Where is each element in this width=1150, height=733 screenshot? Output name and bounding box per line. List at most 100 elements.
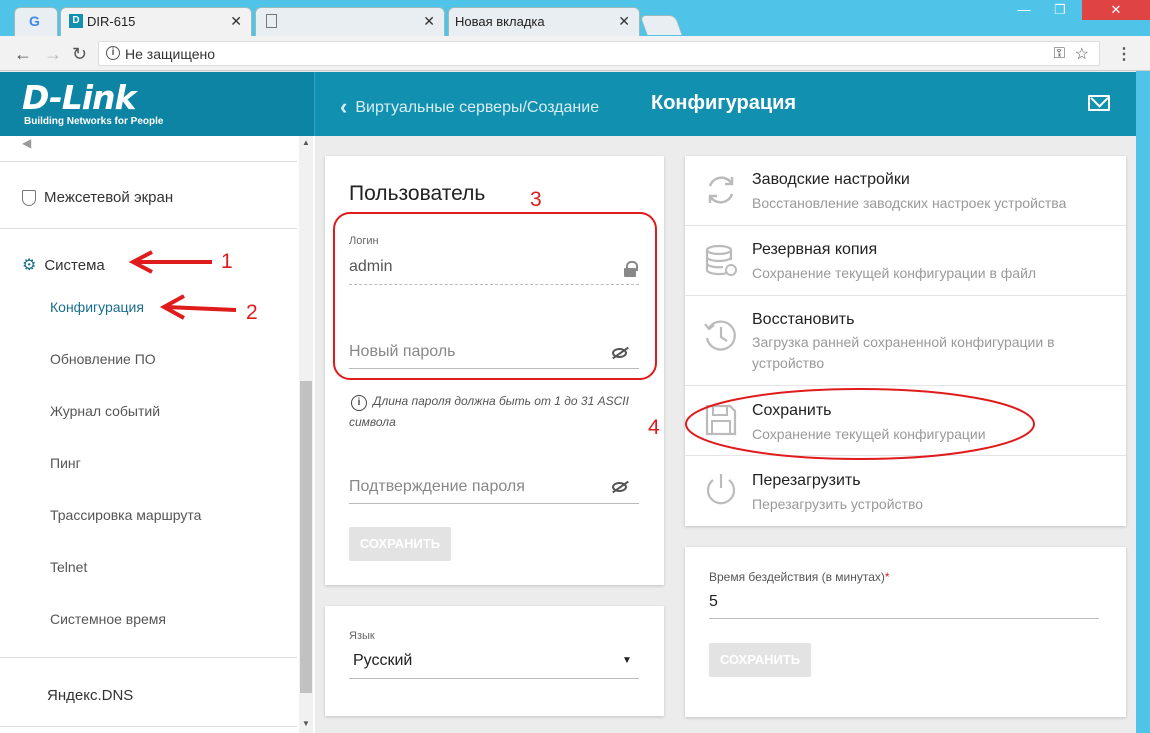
config-actions-card: Заводские настройки Восстановление завод…	[685, 156, 1126, 526]
tab-dir615[interactable]: D DIR-615 ✕	[60, 7, 252, 36]
power-icon	[706, 474, 736, 505]
page-title: Конфигурация	[651, 92, 797, 114]
scrollbar-thumb[interactable]	[300, 381, 312, 693]
reboot-row[interactable]: Перезагрузить Перезагрузить устройство	[685, 456, 1126, 526]
sidebar-sub-firmware[interactable]: Обновление ПО	[50, 351, 156, 367]
divider	[0, 228, 297, 229]
history-icon	[704, 320, 736, 351]
save-password-button[interactable]: СОХРАНИТЬ	[349, 527, 451, 561]
back-icon[interactable]: ←	[14, 44, 32, 65]
star-icon[interactable]: ☆	[1075, 44, 1089, 64]
row-desc: Восстановление заводских настроек устрой…	[752, 195, 1067, 211]
page-icon	[266, 14, 277, 28]
close-tab-icon[interactable]: ✕	[423, 13, 435, 30]
dlink-logo: D-Link	[22, 78, 136, 117]
sidebar-sub-ping[interactable]: Пинг	[50, 455, 81, 471]
close-window-icon[interactable]: ✕	[1082, 0, 1150, 20]
field-underline	[349, 678, 639, 679]
google-icon: G	[29, 13, 40, 29]
tab-blank[interactable]: ✕	[255, 7, 445, 36]
back-link[interactable]: ‹ Виртуальные серверы/Создание	[340, 92, 600, 119]
idle-timeout-field[interactable]: 5	[709, 593, 718, 611]
factory-reset-row[interactable]: Заводские настройки Восстановление завод…	[685, 156, 1126, 226]
close-tab-icon[interactable]: ✕	[230, 13, 242, 30]
eye-off-icon[interactable]	[612, 482, 627, 492]
annotation-number: 3	[530, 188, 542, 211]
user-card: Пользователь Логин admin Новый пароль i …	[325, 156, 664, 585]
chevron-left-icon: ‹	[340, 94, 348, 119]
save-config-row[interactable]: Сохранить Сохранение текущей конфигураци…	[685, 386, 1126, 456]
idle-label: Время бездействия (в минутах)*	[709, 570, 890, 584]
gear-icon: ⚙	[22, 257, 37, 274]
tab-title: DIR-615	[87, 14, 136, 29]
divider	[0, 657, 297, 658]
sidebar-sub-log[interactable]: Журнал событий	[50, 403, 160, 419]
row-title: Сохранить	[752, 402, 832, 419]
idle-timeout-card: Время бездействия (в минутах)* 5 СОХРАНИ…	[685, 547, 1126, 717]
sidebar: ◀ Межсетевой экран ⚙ Система Конфигурация…	[0, 136, 315, 733]
field-underline	[349, 368, 639, 369]
forward-icon[interactable]: →	[44, 44, 62, 65]
new-tab-button[interactable]	[639, 15, 683, 35]
shield-icon	[22, 190, 36, 207]
annotation-number: 2	[246, 301, 258, 324]
divider	[0, 161, 297, 162]
scroll-up-icon[interactable]: ▲	[302, 138, 310, 147]
mail-icon[interactable]	[1088, 95, 1110, 111]
divider	[0, 726, 297, 727]
menu-dots-icon[interactable]: ⋮	[1116, 44, 1132, 64]
row-title: Резервная копия	[752, 241, 878, 258]
idle-label-text: Время бездействия (в минутах)	[709, 570, 885, 584]
sidebar-sub-config[interactable]: Конфигурация	[50, 299, 144, 315]
new-password-field[interactable]: Новый пароль	[349, 343, 456, 361]
tab-new[interactable]: Новая вкладка ✕	[448, 7, 640, 36]
required-mark: *	[884, 570, 890, 584]
sidebar-item-firewall[interactable]: Межсетевой экран	[22, 189, 174, 207]
restore-row[interactable]: Восстановить Загрузка ранней сохраненной…	[685, 296, 1126, 386]
window-border	[1136, 71, 1150, 733]
annotation-number: 1	[221, 250, 233, 273]
row-desc: Перезагрузить устройство	[752, 496, 924, 512]
collapsed-item-icon: ◀	[22, 136, 32, 150]
sidebar-item-system[interactable]: ⚙ Система	[22, 255, 105, 275]
sidebar-sub-traceroute[interactable]: Трассировка маршрута	[50, 507, 201, 523]
key-icon[interactable]: ⚿	[1054, 45, 1065, 62]
field-underline	[349, 503, 639, 504]
maximize-icon[interactable]: ❐	[1042, 0, 1078, 20]
save-idle-button[interactable]: СОХРАНИТЬ	[709, 643, 811, 677]
app-header: D-Link Building Networks for People ‹ Вир…	[0, 72, 1136, 136]
eye-off-icon[interactable]	[612, 348, 627, 358]
backup-row[interactable]: Резервная копия Сохранение текущей конфи…	[685, 226, 1126, 296]
url-field[interactable]: i Не защищено ⚿ ☆	[98, 41, 1100, 66]
sidebar-item-yandex-dns[interactable]: Яндекс.DNS	[47, 687, 133, 704]
dropdown-arrow-icon[interactable]: ▼	[622, 655, 632, 666]
row-title: Заводские настройки	[752, 171, 910, 188]
database-icon	[705, 244, 737, 276]
row-desc: Сохранение текущей конфигурации	[752, 426, 986, 442]
lock-icon	[624, 261, 638, 277]
minimize-icon[interactable]: —	[1006, 0, 1042, 20]
field-underline	[349, 284, 639, 285]
reload-icon[interactable]: ↻	[72, 44, 87, 65]
login-field: admin	[349, 258, 393, 275]
info-icon[interactable]: i	[106, 46, 120, 60]
sidebar-item-label: Система	[44, 257, 105, 274]
password-hint: Длина пароля должна быть от 1 до 31 ASCI…	[349, 394, 629, 429]
card-title: Пользователь	[349, 182, 486, 205]
back-label: Виртуальные серверы/Создание	[355, 99, 600, 116]
scroll-down-icon[interactable]: ▼	[302, 719, 310, 728]
row-desc: Загрузка ранней сохраненной конфигурации…	[752, 334, 1055, 371]
field-underline	[709, 618, 1099, 619]
close-tab-icon[interactable]: ✕	[618, 13, 630, 30]
browser-tab-bar: G D DIR-615 ✕ ✕ Новая вкладка ✕ — ❐ ✕	[0, 0, 1150, 36]
tab-google[interactable]: G	[14, 7, 58, 36]
row-title: Восстановить	[752, 311, 855, 328]
login-label: Логин	[349, 235, 379, 247]
sidebar-sub-time[interactable]: Системное время	[50, 611, 166, 627]
sidebar-sub-telnet[interactable]: Telnet	[50, 559, 87, 575]
row-title: Перезагрузить	[752, 472, 861, 489]
confirm-password-field[interactable]: Подтверждение пароля	[349, 478, 525, 496]
sidebar-item-label: Межсетевой экран	[44, 189, 174, 206]
row-desc: Сохранение текущей конфигурации в файл	[752, 265, 1037, 281]
language-select[interactable]: Русский	[353, 652, 412, 670]
